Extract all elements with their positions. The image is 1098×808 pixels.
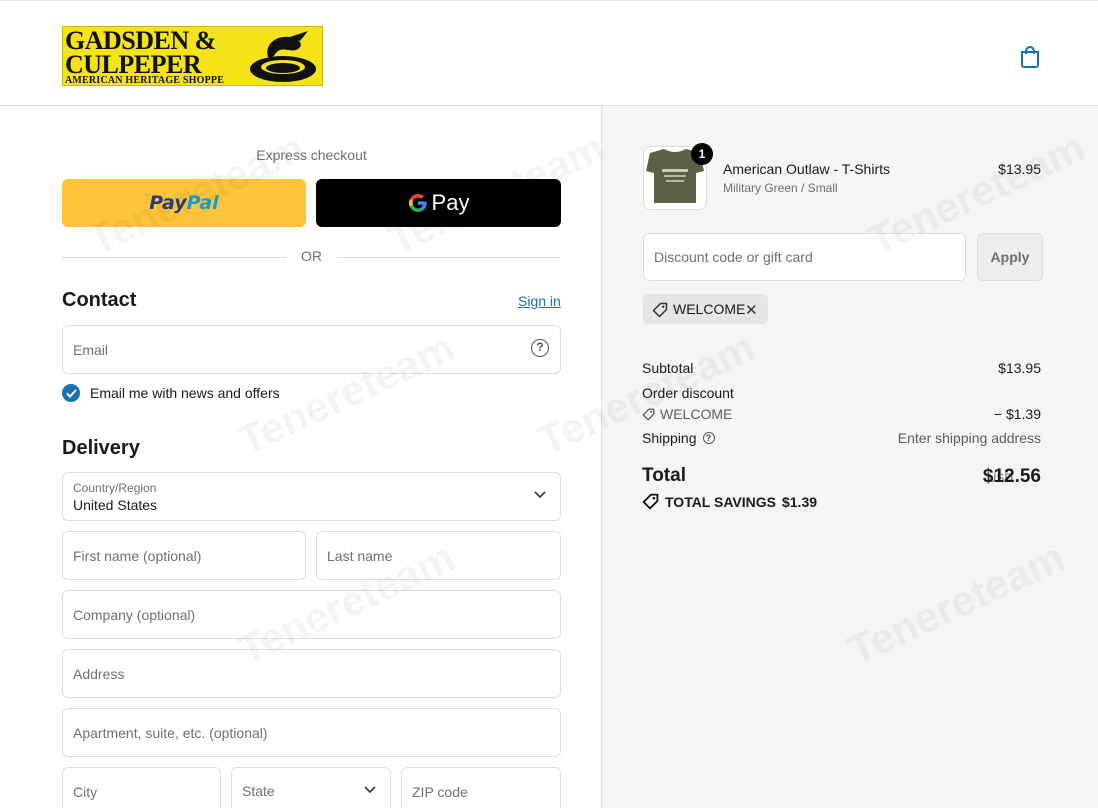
state-select[interactable]: State bbox=[231, 767, 391, 808]
subtotal-value: $13.95 bbox=[998, 360, 1041, 376]
applied-code: WELCOME bbox=[673, 301, 746, 317]
chevron-down-icon bbox=[534, 491, 546, 499]
paypal-label-pay: Pay bbox=[149, 192, 187, 214]
last-name-placeholder: Last name bbox=[327, 548, 393, 564]
order-discount-label: Order discount bbox=[642, 385, 734, 401]
snake-icon bbox=[250, 31, 316, 82]
apply-button[interactable]: Apply bbox=[977, 233, 1043, 281]
discount-placeholder: Discount code or gift card bbox=[654, 249, 813, 265]
shipping-value: Enter shipping address bbox=[897, 430, 1041, 446]
city-field[interactable]: City bbox=[62, 767, 221, 808]
country-select[interactable]: Country/Region United States bbox=[62, 472, 561, 521]
savings-label: TOTAL SAVINGS bbox=[665, 493, 776, 510]
email-field[interactable]: Email ? bbox=[62, 325, 561, 374]
paypal-button[interactable]: Pay Pal bbox=[62, 179, 306, 227]
total-label: Total bbox=[642, 465, 686, 486]
google-pay-button[interactable]: Pay bbox=[316, 179, 561, 227]
product-price: $13.95 bbox=[998, 161, 1041, 177]
help-icon[interactable]: ? bbox=[531, 339, 549, 357]
delivery-heading: Delivery bbox=[62, 437, 140, 459]
google-g-icon bbox=[408, 194, 427, 212]
order-summary: 1 American Outlaw - T-Shirts Military Gr… bbox=[601, 106, 1098, 808]
product-name: American Outlaw - T-Shirts bbox=[723, 161, 891, 177]
shipping-row: Shipping ? bbox=[642, 430, 715, 446]
tag-icon bbox=[642, 408, 655, 420]
google-pay-label: Pay bbox=[431, 190, 470, 215]
order-discount-value: − $1.39 bbox=[993, 406, 1041, 422]
contact-heading: Contact bbox=[62, 289, 137, 311]
or-divider: OR bbox=[62, 248, 561, 266]
state-placeholder: State bbox=[242, 783, 275, 799]
help-icon[interactable]: ? bbox=[702, 432, 715, 444]
or-label: OR bbox=[301, 248, 322, 264]
address-field[interactable]: Address bbox=[62, 649, 561, 698]
tag-icon bbox=[642, 493, 659, 510]
news-checkbox-label: Email me with news and offers bbox=[90, 385, 280, 401]
apartment-field[interactable]: Apartment, suite, etc. (optional) bbox=[62, 708, 561, 757]
logo-line-3: AMERICAN HERITAGE SHOPPE bbox=[65, 75, 225, 86]
company-field[interactable]: Company (optional) bbox=[62, 590, 561, 639]
applied-discount-chip: WELCOME ✕ bbox=[643, 294, 768, 324]
country-label: Country/Region bbox=[73, 481, 157, 495]
tag-icon bbox=[652, 302, 668, 318]
checkout-form: Express checkout Pay Pal Pay OR Contact S… bbox=[0, 106, 601, 808]
city-placeholder: City bbox=[73, 784, 98, 800]
order-discount-code-row: WELCOME bbox=[642, 406, 732, 422]
savings-value: $1.39 bbox=[781, 493, 818, 510]
last-name-field[interactable]: Last name bbox=[316, 531, 561, 580]
zip-field[interactable]: ZIP code bbox=[401, 767, 561, 808]
quantity-badge: 1 bbox=[691, 143, 713, 165]
checkmark-icon bbox=[65, 388, 77, 398]
order-discount-code: WELCOME bbox=[660, 406, 733, 422]
express-checkout-label: Express checkout bbox=[256, 147, 367, 163]
total-savings: TOTAL SAVINGS $1.39 bbox=[642, 493, 817, 510]
email-placeholder: Email bbox=[73, 342, 109, 358]
address-placeholder: Address bbox=[73, 666, 125, 682]
shopping-bag-icon[interactable] bbox=[1019, 45, 1041, 69]
chevron-down-icon bbox=[364, 786, 376, 794]
subtotal-label: Subtotal bbox=[642, 360, 694, 376]
discount-code-input[interactable]: Discount code or gift card bbox=[643, 233, 966, 281]
first-name-field[interactable]: First name (optional) bbox=[62, 531, 306, 580]
paypal-label-pal: Pal bbox=[186, 192, 219, 214]
news-checkbox[interactable] bbox=[62, 384, 80, 402]
total-value: $12.56 bbox=[982, 466, 1041, 487]
country-value: United States bbox=[73, 497, 158, 513]
apartment-placeholder: Apartment, suite, etc. (optional) bbox=[73, 725, 268, 741]
zip-placeholder: ZIP code bbox=[412, 784, 468, 800]
product-variant: Military Green / Small bbox=[723, 181, 838, 195]
remove-discount-icon[interactable]: ✕ bbox=[745, 301, 758, 319]
page-header: GADSDEN & CULPEPER AMERICAN HERITAGE SHO… bbox=[0, 0, 1098, 106]
sign-in-link[interactable]: Sign in bbox=[518, 293, 561, 309]
company-placeholder: Company (optional) bbox=[73, 607, 196, 623]
store-logo[interactable]: GADSDEN & CULPEPER AMERICAN HERITAGE SHO… bbox=[62, 26, 323, 86]
shipping-label: Shipping bbox=[642, 430, 697, 446]
first-name-placeholder: First name (optional) bbox=[73, 548, 202, 564]
